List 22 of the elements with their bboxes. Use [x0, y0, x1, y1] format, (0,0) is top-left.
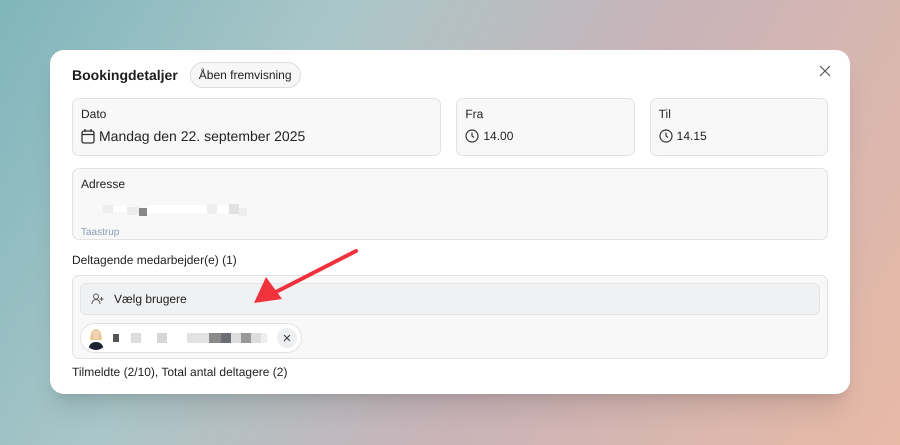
- calendar-icon: [81, 128, 95, 144]
- clock-icon: [465, 129, 480, 143]
- field-card[interactable]: Til 14.15: [650, 98, 828, 156]
- section-heading: Deltagende medarbejder(e) (1): [72, 252, 238, 268]
- remove-button[interactable]: [277, 328, 297, 348]
- field-label: Fra: [465, 106, 484, 122]
- field-label: Til: [658, 106, 672, 122]
- field-value: 14.15: [676, 128, 707, 144]
- close-icon: [283, 334, 291, 342]
- field-value: Mandag den 22. september 2025: [99, 128, 306, 144]
- dialog-title: Bookingdetaljer: [72, 66, 178, 85]
- add-user-icon: [91, 293, 104, 305]
- field-label: Dato: [81, 106, 108, 122]
- field-label: Adresse: [81, 176, 126, 192]
- attendance-summary: Tilmeldte (2/10), Total antal deltagere (2): [72, 365, 288, 380]
- select-users-button[interactable]: Vælg brugere: [80, 283, 820, 315]
- field-card[interactable]: Fra 14.00: [456, 98, 635, 156]
- field-value: 14.00: [483, 128, 514, 144]
- clock-icon: [658, 129, 673, 143]
- field-card[interactable]: Dato Mandag den 22. september 2025: [72, 98, 442, 156]
- status-badge: Åben fremvisning: [190, 62, 301, 88]
- city-text: Taastrup: [81, 227, 120, 239]
